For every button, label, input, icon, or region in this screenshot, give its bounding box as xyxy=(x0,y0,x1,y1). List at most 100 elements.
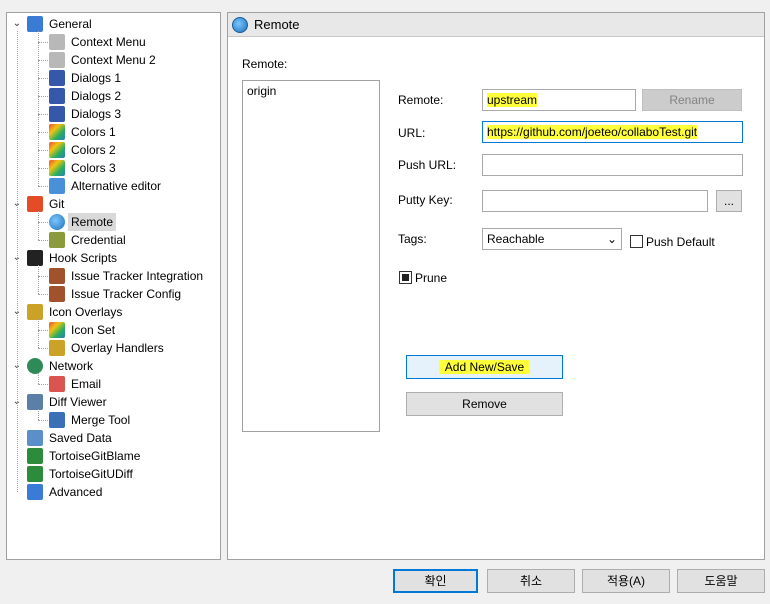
chevron-down-icon: ⌄ xyxy=(606,232,617,246)
tree-connector xyxy=(38,330,48,331)
tree-item-label: Issue Tracker Integration xyxy=(71,269,204,283)
tree-item-issue-tracker-config[interactable]: Issue Tracker Config xyxy=(49,285,184,303)
panel-header: Remote xyxy=(228,13,764,37)
tags-select[interactable]: Reachable ⌄ xyxy=(482,228,622,250)
tree-connector xyxy=(38,384,48,385)
prune-checkbox[interactable] xyxy=(399,271,412,284)
remote-list-item[interactable]: origin xyxy=(243,81,379,101)
tree-item-general[interactable]: ⌄ General xyxy=(11,15,95,33)
tree-item-diff-viewer[interactable]: ⌄ Diff Viewer xyxy=(11,393,110,411)
tree-item-label: Diff Viewer xyxy=(49,395,107,409)
remote-list[interactable]: origin xyxy=(242,80,380,432)
apply-button[interactable]: 적용(A) xyxy=(582,569,670,593)
remove-button[interactable]: Remove xyxy=(406,392,563,416)
tree-item-merge-tool[interactable]: Merge Tool xyxy=(49,411,133,429)
tree-item-credential[interactable]: Credential xyxy=(49,231,129,249)
overlay-icon xyxy=(49,340,65,356)
tree-item-context-menu-2[interactable]: Context Menu 2 xyxy=(49,51,159,69)
remote-list-label: Remote: xyxy=(242,57,288,71)
tree-connector xyxy=(38,265,39,294)
tree-connector xyxy=(38,222,48,223)
tree-item-network[interactable]: ⌄ Network xyxy=(11,357,96,375)
tree-connector xyxy=(38,420,48,421)
putty-key-input[interactable] xyxy=(482,190,708,212)
tree-item-overlay-handlers[interactable]: Overlay Handlers xyxy=(49,339,167,357)
rename-button[interactable]: Rename xyxy=(642,89,742,111)
browse-putty-key-button[interactable]: ... xyxy=(716,190,742,212)
remote-label: Remote: xyxy=(398,93,444,107)
tree-item-label: Context Menu 2 xyxy=(71,53,156,67)
tree-item-dialogs-2[interactable]: Dialogs 2 xyxy=(49,87,124,105)
palette-icon xyxy=(49,160,65,176)
tree-item-saved-data[interactable]: Saved Data xyxy=(11,429,115,447)
tree-item-label: Overlay Handlers xyxy=(71,341,164,355)
tree-connector xyxy=(38,78,48,79)
tree-item-icon-overlays[interactable]: ⌄ Icon Overlays xyxy=(11,303,125,321)
tree-item-git[interactable]: ⌄ Git xyxy=(11,195,67,213)
tree-item-tortoisegitblame[interactable]: TortoiseGitBlame xyxy=(11,447,143,465)
tree-item-label: Hook Scripts xyxy=(49,251,118,265)
window-icon xyxy=(49,106,65,122)
udiff-icon xyxy=(27,466,43,482)
window-icon xyxy=(49,88,65,104)
tree-item-label: Dialogs 3 xyxy=(71,107,122,121)
tree-item-colors-3[interactable]: Colors 3 xyxy=(49,159,119,177)
tree-connector xyxy=(38,42,48,43)
add-save-button[interactable]: Add New/Save xyxy=(406,355,563,379)
settings-tree[interactable]: ⌄ General Context Menu Context Menu 2 Dialog… xyxy=(6,12,221,560)
ok-button[interactable]: 확인 xyxy=(393,569,478,593)
tree-item-label: Dialogs 1 xyxy=(71,71,122,85)
overlay-icon xyxy=(27,304,43,320)
push-default-checkbox[interactable] xyxy=(630,235,643,248)
wrench-icon xyxy=(27,484,43,500)
tree-item-context-menu[interactable]: Context Menu xyxy=(49,33,149,51)
push-url-input[interactable] xyxy=(482,154,743,176)
tree-item-label: Issue Tracker Config xyxy=(71,287,182,301)
tree-item-alternative-editor[interactable]: Alternative editor xyxy=(49,177,164,195)
cancel-button[interactable]: 취소 xyxy=(487,569,575,593)
bug-icon xyxy=(49,286,65,302)
tree-item-label: Dialogs 2 xyxy=(71,89,122,103)
tree-item-dialogs-3[interactable]: Dialogs 3 xyxy=(49,105,124,123)
gear-icon xyxy=(49,52,65,68)
tree-connector xyxy=(38,60,48,61)
saved-data-icon xyxy=(27,430,43,446)
tree-connector xyxy=(38,348,48,349)
palette-icon xyxy=(49,142,65,158)
tree-item-label: Merge Tool xyxy=(71,413,131,427)
tree-connector xyxy=(38,319,39,348)
magnifier-icon xyxy=(27,394,43,410)
git-icon xyxy=(27,196,43,212)
tree-item-advanced[interactable]: Advanced xyxy=(11,483,105,501)
tree-item-email[interactable]: Email xyxy=(49,375,104,393)
tree-item-icon-set[interactable]: Icon Set xyxy=(49,321,118,339)
tree-item-dialogs-1[interactable]: Dialogs 1 xyxy=(49,69,124,87)
tree-item-remote[interactable]: Remote xyxy=(49,213,117,231)
tree-connector xyxy=(38,31,39,186)
tree-item-label: Saved Data xyxy=(49,431,112,445)
tree-item-label: Colors 1 xyxy=(71,125,116,139)
tree-item-colors-2[interactable]: Colors 2 xyxy=(49,141,119,159)
tree-item-label: Icon Set xyxy=(71,323,116,337)
tree-connector xyxy=(38,168,48,169)
url-input[interactable]: https://github.com/joeteo/collaboTest.gi… xyxy=(482,121,743,143)
tree-item-issue-tracker-integration[interactable]: Issue Tracker Integration xyxy=(49,267,206,285)
tree-connector xyxy=(38,186,48,187)
palette-icon xyxy=(49,124,65,140)
tree-item-label: TortoiseGitUDiff xyxy=(49,467,133,481)
tree-item-colors-1[interactable]: Colors 1 xyxy=(49,123,119,141)
editor-icon xyxy=(49,178,65,194)
help-button[interactable]: 도움말 xyxy=(677,569,765,593)
tree-connector xyxy=(38,96,48,97)
credential-icon xyxy=(49,232,65,248)
tree-item-tortoisegitudiff[interactable]: TortoiseGitUDiff xyxy=(11,465,136,483)
tree-item-hook-scripts[interactable]: ⌄ Hook Scripts xyxy=(11,249,120,267)
tree-connector xyxy=(17,31,18,492)
tree-connector xyxy=(38,294,48,295)
tree-item-label: Colors 2 xyxy=(71,143,116,157)
remote-name-input[interactable]: upstream xyxy=(482,89,636,111)
remote-settings-panel: Remote Remote: origin Remote: upstream R… xyxy=(227,12,765,560)
push-url-label: Push URL: xyxy=(398,158,457,172)
tree-item-label: Alternative editor xyxy=(71,179,162,193)
tree-item-label: Network xyxy=(49,359,94,373)
